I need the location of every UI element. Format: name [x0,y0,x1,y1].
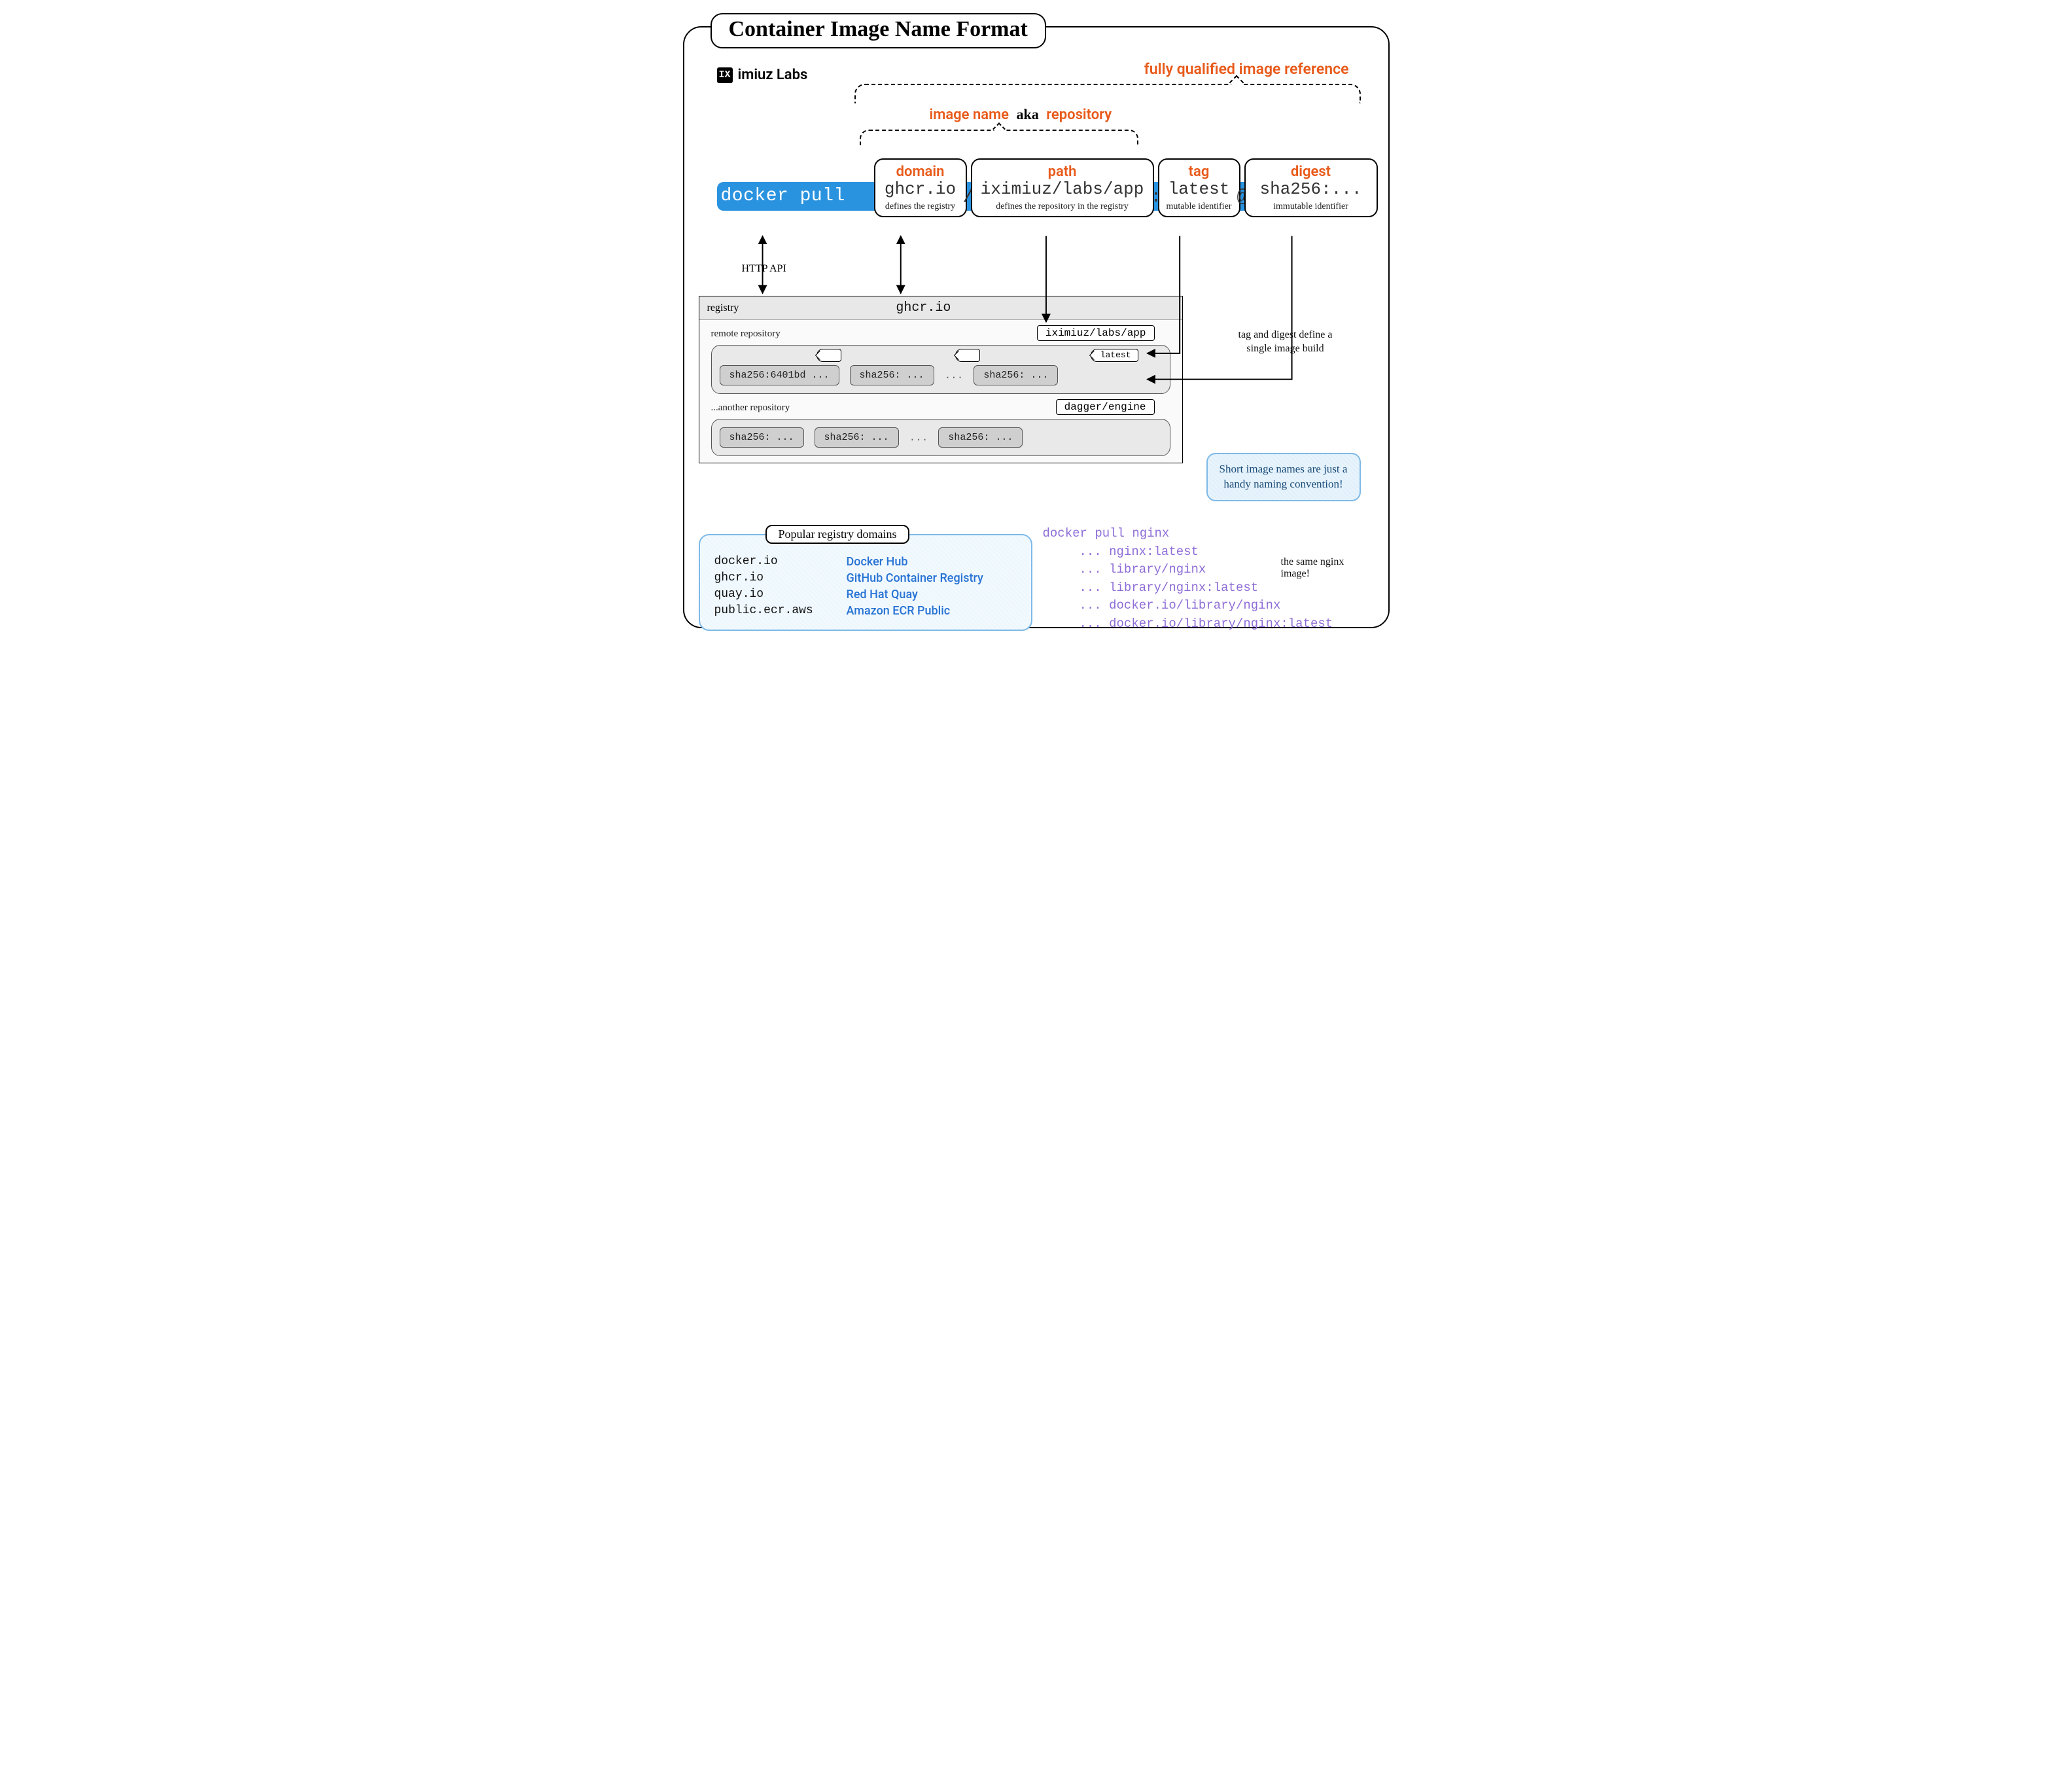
repository-2: ...another repository dagger/engine sha2… [711,402,1170,456]
repo2-body: sha256: ... sha256: ... ... sha256: ... [711,419,1170,456]
tag-flag-icon [817,349,841,362]
domain-entry: public.ecr.aws [714,604,839,618]
part-path-label: path [979,164,1146,180]
part-path: path iximiuz/labs/app defines the reposi… [971,158,1154,217]
sha-pill: sha256: ... [850,365,934,385]
part-domain-label: domain [882,164,959,180]
part-tag: tag latest mutable identifier [1158,158,1240,217]
repo2-label: ...another repository [711,402,790,414]
registry-entry: Red Hat Quay [847,588,1017,601]
diagram-frame: Container Image Name Format IX imiuz Lab… [683,26,1390,628]
sha-pill: sha256: ... [720,427,804,448]
part-digest-desc: immutable identifier [1252,202,1370,212]
brace-image-name [860,130,1138,145]
part-digest: digest sha256:... immutable identifier [1244,158,1378,217]
brand-name: imiuz Labs [738,67,808,83]
part-digest-label: digest [1252,164,1370,180]
equiv-row: ... docker.io/library/nginx [1043,597,1333,615]
part-tag-value: latest [1166,180,1233,199]
part-path-value: iximiuz/labs/app [979,180,1146,199]
part-path-desc: defines the repository in the registry [979,202,1146,212]
popular-registry-domains-card: Popular registry domains docker.io Docke… [699,534,1032,631]
registry-entry: Docker Hub [847,555,1017,569]
registry-domain: ghcr.io [896,300,951,315]
part-tag-desc: mutable identifier [1166,202,1233,212]
part-domain-value: ghcr.io [882,180,959,199]
ellipsis-icon: ... [909,432,928,444]
ellipsis-icon: ... [945,370,964,382]
registry-entry: Amazon ECR Public [847,604,1017,618]
domain-entry: docker.io [714,555,839,569]
domain-entry: quay.io [714,588,839,601]
http-api-label: HTTP API [742,263,786,275]
brace-fully-qualified [854,84,1361,103]
repo1-body: latest sha256:6401bd ... sha256: ... ...… [711,345,1170,394]
part-digest-value: sha256:... [1252,180,1370,199]
diagram-title: Container Image Name Format [711,13,1046,48]
tag-flag-icon [955,349,980,362]
brand-logo-icon: IX [717,67,733,83]
equiv-row: ... library/nginx:latest [1043,579,1333,597]
note-same-image: the same nginx image! [1281,556,1360,580]
registry-header: registry ghcr.io [699,296,1182,320]
registry-box: registry ghcr.io remote repository iximi… [699,296,1183,463]
sha-pill: sha256: ... [938,427,1023,448]
part-tag-label: tag [1166,164,1233,180]
tag-latest: latest [1091,349,1138,362]
repo2-name: dagger/engine [1056,399,1155,415]
registry-label: registry [707,302,739,314]
docker-pull-command: docker pull [721,182,845,211]
repo1-name: iximiuz/labs/app [1037,325,1155,341]
callout-short-names: Short image names are just a handy namin… [1206,453,1361,501]
sha-pill: sha256: ... [974,365,1058,385]
note-tag-digest: tag and digest define a single image bui… [1230,329,1341,356]
registry-entry: GitHub Container Registry [847,571,1017,585]
equiv-head: docker pull nginx [1043,525,1333,543]
image-reference-bar: docker pull domain ghcr.io defines the r… [703,158,1370,236]
fully-qualified-label: fully qualified image reference [1144,60,1349,78]
brand: IX imiuz Labs [717,67,808,83]
domains-grid: docker.io Docker Hub ghcr.io GitHub Cont… [714,555,1017,618]
equiv-row: ... docker.io/library/nginx:latest [1043,615,1333,633]
sha-pill: sha256: ... [815,427,899,448]
image-name-aka-repository-label: image name aka repository [930,106,1112,123]
part-domain: domain ghcr.io defines the registry [874,158,967,217]
repo1-label: remote repository [711,329,781,340]
part-domain-desc: defines the registry [882,202,959,212]
domains-card-title: Popular registry domains [765,525,910,544]
domain-entry: ghcr.io [714,571,839,585]
sha-pill: sha256:6401bd ... [720,365,839,385]
repository-1: remote repository iximiuz/labs/app lates… [711,328,1170,394]
